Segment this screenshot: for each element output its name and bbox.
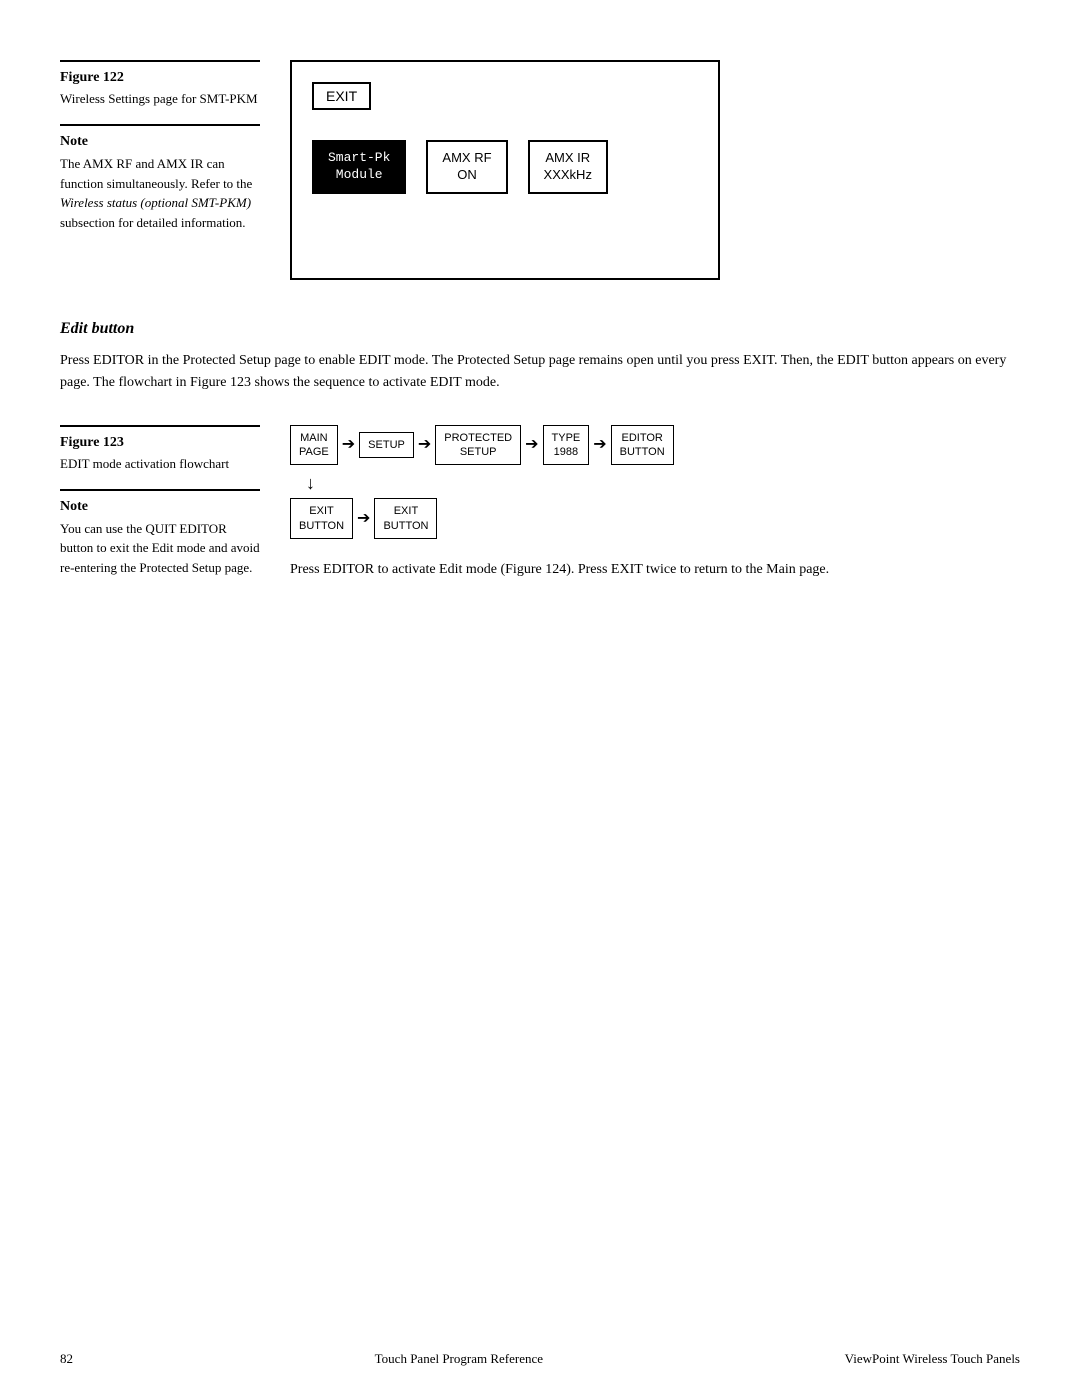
note-1-text-italic: Wireless status (optional SMT-PKM) — [60, 195, 251, 210]
flowchart-row-1: MAINPAGE ➔ SETUP ➔ PROTECTEDSETUP ➔ TYPE… — [290, 425, 1020, 466]
down-arrow: ↓ — [306, 473, 315, 494]
fc-main-page: MAINPAGE — [290, 425, 338, 466]
amx-ir-line1: AMX IR — [545, 150, 590, 165]
amx-rf-box: AMX RF ON — [426, 140, 507, 194]
fc-exit-button-1: EXITBUTTON — [290, 498, 353, 539]
smart-pk-line1: Smart-Pk — [328, 150, 390, 165]
wireless-diagram: EXIT Smart-Pk Module AMX RF ON AMX IR XX… — [290, 60, 720, 280]
press-editor-text: Press EDITOR to activate Edit mode (Figu… — [290, 559, 1020, 581]
edit-button-section: Edit button Press EDITOR in the Protecte… — [60, 320, 1020, 395]
figure-122-caption: Wireless Settings page for SMT-PKM — [60, 90, 260, 108]
fc-protected-setup: PROTECTEDSETUP — [435, 425, 521, 466]
note-2-label: Note — [60, 499, 260, 515]
note-1-section: Note The AMX RF and AMX IR can function … — [60, 124, 260, 232]
fc-editor-button: EDITORBUTTON — [611, 425, 674, 466]
amx-rf-line1: AMX RF — [442, 150, 491, 165]
figure-123-caption: EDIT mode activation flowchart — [60, 455, 260, 473]
flowchart: MAINPAGE ➔ SETUP ➔ PROTECTEDSETUP ➔ TYPE… — [290, 425, 1020, 539]
exit-button-box: EXIT — [312, 82, 371, 110]
smart-pk-box: Smart-Pk Module — [312, 140, 406, 194]
flowchart-row-2: EXITBUTTON ➔ EXITBUTTON — [290, 498, 1020, 539]
figure-123-section: Figure 123 EDIT mode activation flowchar… — [60, 425, 260, 473]
smart-pk-line2: Module — [336, 167, 383, 182]
figure-123-area: Figure 123 EDIT mode activation flowchar… — [60, 425, 1020, 598]
module-row: Smart-Pk Module AMX RF ON AMX IR XXXkHz — [312, 140, 698, 194]
figure-122-label: Figure 122 — [60, 70, 260, 86]
note-1-label: Note — [60, 134, 260, 150]
footer-page-number: 82 — [60, 1351, 73, 1367]
figure-122-section: Figure 122 Wireless Settings page for SM… — [60, 60, 260, 108]
note-2-text: You can use the QUIT EDITOR button to ex… — [60, 519, 260, 578]
fc-exit-button-2: EXITBUTTON — [374, 498, 437, 539]
note-1-text-end: subsection for detailed information. — [60, 215, 246, 230]
footer-center-text: Touch Panel Program Reference — [375, 1351, 543, 1367]
edit-button-title: Edit button — [60, 320, 1020, 338]
amx-ir-box: AMX IR XXXkHz — [528, 140, 608, 194]
fc-type-1988: TYPE1988 — [543, 425, 590, 466]
separator — [60, 489, 260, 491]
footer-right-text: ViewPoint Wireless Touch Panels — [845, 1351, 1020, 1367]
note-2-section: Note You can use the QUIT EDITOR button … — [60, 499, 260, 578]
fc-setup: SETUP — [359, 432, 414, 458]
arrow-4: ➔ — [593, 437, 606, 453]
note-1-text: The AMX RF and AMX IR can function simul… — [60, 154, 260, 232]
down-arrow-container: ↓ — [306, 473, 1020, 494]
arrow-5: ➔ — [357, 511, 370, 527]
amx-rf-line2: ON — [457, 167, 477, 182]
arrow-3: ➔ — [525, 437, 538, 453]
amx-ir-line2: XXXkHz — [544, 167, 592, 182]
edit-button-body: Press EDITOR in the Protected Setup page… — [60, 350, 1020, 395]
note-1-text-start: The AMX RF and AMX IR can function simul… — [60, 156, 252, 191]
figure-123-label: Figure 123 — [60, 435, 260, 451]
arrow-1: ➔ — [342, 437, 355, 453]
right-column-figure123: MAINPAGE ➔ SETUP ➔ PROTECTEDSETUP ➔ TYPE… — [290, 425, 1020, 598]
arrow-2: ➔ — [418, 437, 431, 453]
page-footer: 82 Touch Panel Program Reference ViewPoi… — [60, 1351, 1020, 1367]
